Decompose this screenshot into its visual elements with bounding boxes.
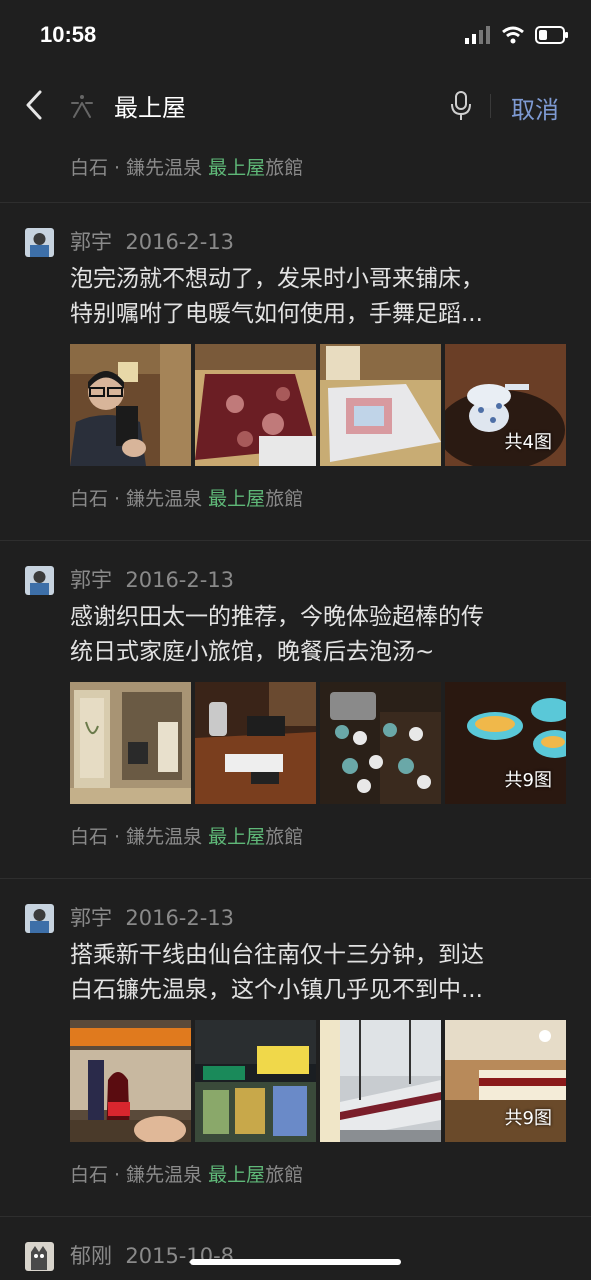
photo-thumbnail[interactable] [195, 344, 316, 466]
photo-thumbnail[interactable]: 共9图 [445, 1020, 566, 1142]
status-bar: 10:58 [0, 0, 591, 70]
post-author: 郭宇 2016-2-13 [70, 564, 234, 594]
back-button[interactable] [20, 88, 50, 122]
divider [0, 878, 591, 879]
post-author: 郭宇 2016-2-13 [70, 226, 234, 256]
photo-thumbnail[interactable] [70, 344, 191, 466]
author-name[interactable]: 郭宇 [70, 906, 112, 930]
photo-count-badge: 共4图 [504, 432, 552, 453]
photo-grid: 共9图 [70, 682, 566, 804]
divider [0, 202, 591, 203]
author-name[interactable]: 郁刚 [70, 1244, 112, 1268]
author-name[interactable]: 郭宇 [70, 568, 112, 592]
divider [0, 1216, 591, 1217]
photo-thumbnail[interactable] [320, 682, 441, 804]
avatar[interactable] [25, 1242, 54, 1271]
avatar[interactable] [25, 566, 54, 595]
photo-thumbnail[interactable]: 共4图 [445, 344, 566, 466]
location-line[interactable]: 白石 · 鎌先温泉 最上屋旅館 [70, 153, 303, 180]
location-line[interactable]: 白石 · 鎌先温泉 最上屋旅館 [70, 484, 303, 511]
search-category-icon [68, 92, 96, 120]
post-date: 2016-2-13 [125, 230, 235, 254]
status-time: 10:58 [40, 22, 97, 47]
post-text: 泡完汤就不想动了，发呆时小哥来铺床， 特别嘱咐了电暖气如何使用，手舞足蹈... [70, 266, 484, 327]
divider [0, 540, 591, 541]
post-author: 郁刚 2015-10-8 [70, 1240, 234, 1270]
location-line[interactable]: 白石 · 鎌先温泉 最上屋旅館 [70, 1160, 303, 1187]
avatar[interactable] [25, 904, 54, 933]
microphone-icon [451, 91, 471, 120]
photo-thumbnail[interactable] [320, 1020, 441, 1142]
photo-count-badge: 共9图 [504, 770, 552, 791]
post-text: 感谢织田太一的推荐，今晚体验超棒的传 统日式家庭小旅馆，晚餐后去泡汤~ [70, 604, 484, 665]
photo-count-badge: 共9图 [504, 1108, 552, 1129]
photo-thumbnail[interactable] [195, 1020, 316, 1142]
home-indicator[interactable] [190, 1259, 401, 1265]
cancel-button[interactable]: 取消 [511, 90, 559, 125]
cellular-signal-icon [465, 26, 490, 44]
photo-grid: 共4图 [70, 344, 566, 466]
author-name[interactable]: 郭宇 [70, 230, 112, 254]
location-line[interactable]: 白石 · 鎌先温泉 最上屋旅館 [70, 822, 303, 849]
photo-thumbnail[interactable] [70, 682, 191, 804]
wifi-icon [502, 26, 524, 44]
post-date: 2016-2-13 [125, 906, 235, 930]
photo-grid: 共9图 [70, 1020, 566, 1142]
photo-thumbnail[interactable] [70, 1020, 191, 1142]
post-date: 2016-2-13 [125, 568, 235, 592]
avatar[interactable] [25, 228, 54, 257]
photo-thumbnail[interactable] [195, 682, 316, 804]
post-author: 郭宇 2016-2-13 [70, 902, 234, 932]
photo-thumbnail[interactable]: 共9图 [445, 682, 566, 804]
voice-input-button[interactable] [448, 90, 474, 122]
battery-icon [535, 26, 568, 44]
chevron-left-icon [26, 90, 42, 120]
post-text: 搭乘新干线由仙台往南仅十三分钟，到达 白石镰先温泉，这个小镇几乎见不到中... [70, 942, 484, 1003]
search-bar: 最上屋 取消 [0, 70, 591, 140]
photo-thumbnail[interactable] [320, 344, 441, 466]
search-input[interactable]: 最上屋 [114, 88, 186, 123]
divider [490, 94, 491, 118]
